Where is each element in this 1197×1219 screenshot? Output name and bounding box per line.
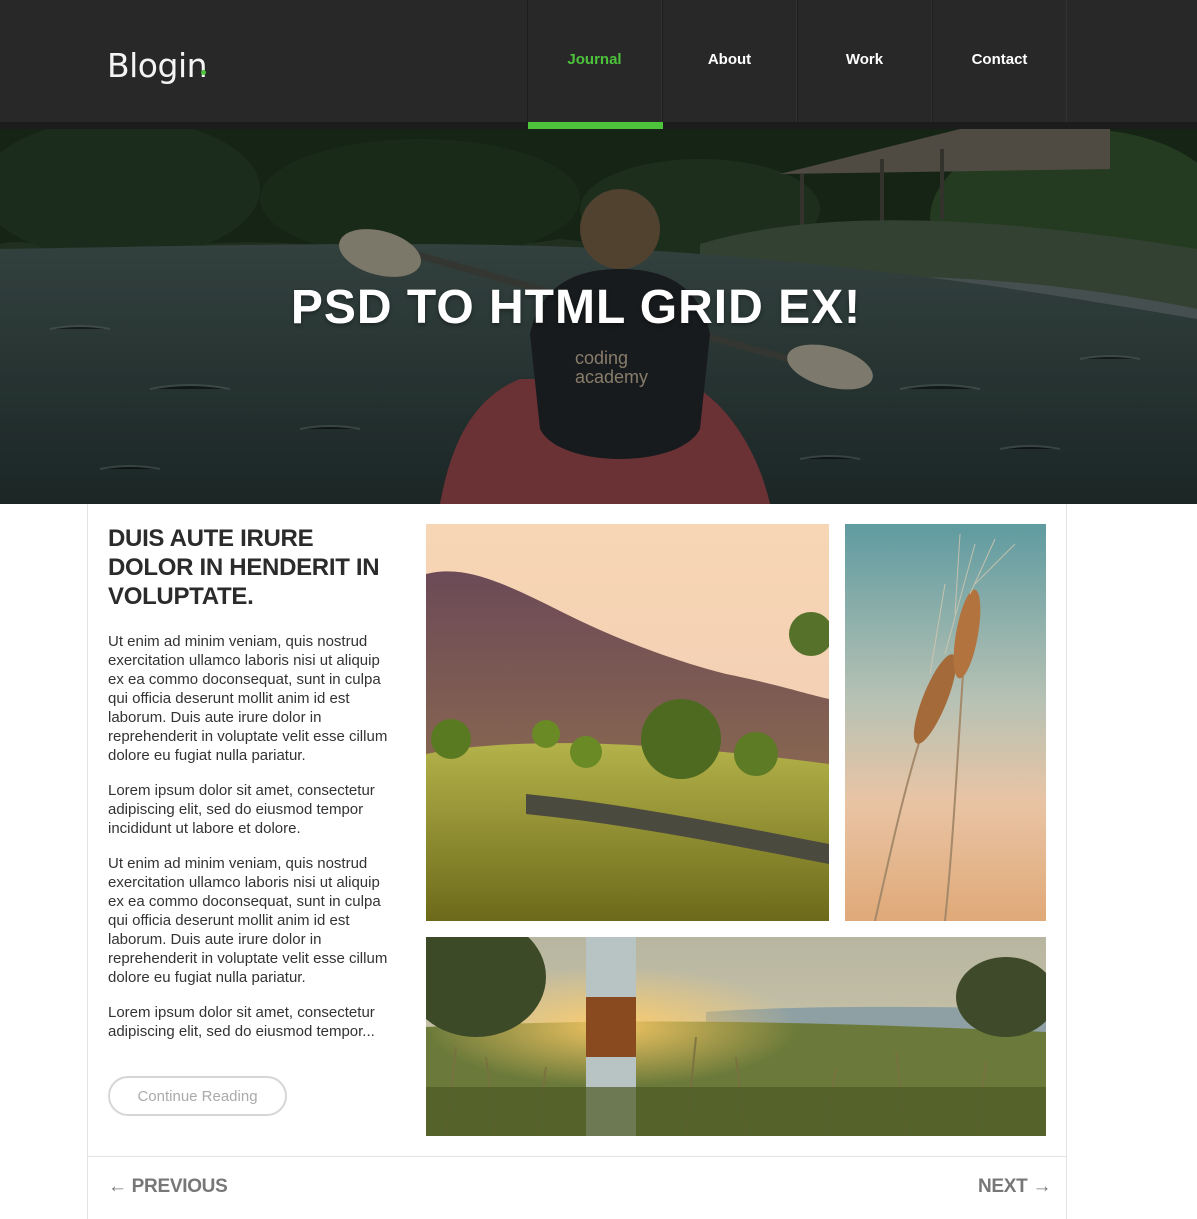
landscape-image [426, 524, 829, 921]
article-paragraph: Lorem ipsum dolor sit amet, consectetur … [108, 782, 375, 837]
nav-active-indicator [528, 122, 663, 129]
article-paragraph: Ut enim ad minim veniam, quis nostrud ex… [108, 855, 388, 986]
site-header: Blogin Journal About Work Contact [0, 0, 1197, 129]
nav-item-contact[interactable]: Contact [932, 0, 1067, 122]
sunset-field-photo[interactable] [426, 937, 1046, 1136]
article-title: DUIS AUTE IRURE DOLOR IN HENDERIT IN VOL… [108, 525, 380, 610]
site-logo[interactable]: Blogin [107, 44, 208, 88]
sunset-field-image [426, 937, 1046, 1136]
nav-item-work[interactable]: Work [797, 0, 932, 122]
nav-item-label: Work [845, 51, 884, 68]
hero-banner: coding academy PSD TO HTML GRID EX! [0, 129, 1197, 504]
wheat-image [845, 524, 1046, 921]
nav-item-label: Journal [567, 51, 622, 68]
continue-reading-button[interactable]: Continue Reading [108, 1076, 287, 1116]
nav-item-label: About [707, 51, 752, 68]
wheat-photo[interactable] [845, 524, 1046, 921]
hero-title: PSD TO HTML GRID EX! [290, 281, 862, 334]
nav-item-label: Contact [971, 51, 1028, 68]
pagination-divider [88, 1156, 1066, 1157]
main-nav: Journal About Work Contact [527, 0, 1067, 129]
next-link[interactable]: NEXT → [978, 1176, 1051, 1198]
article-paragraph: Lorem ipsum dolor sit amet, consectetur … [108, 1004, 375, 1040]
nav-item-about[interactable]: About [662, 0, 797, 122]
article-paragraph: Ut enim ad minim veniam, quis nostrud ex… [108, 633, 388, 764]
logo-dot [201, 70, 206, 75]
previous-link[interactable]: ← PREVIOUS [108, 1176, 228, 1198]
landscape-photo[interactable] [426, 524, 829, 921]
nav-item-journal[interactable]: Journal [527, 0, 663, 129]
